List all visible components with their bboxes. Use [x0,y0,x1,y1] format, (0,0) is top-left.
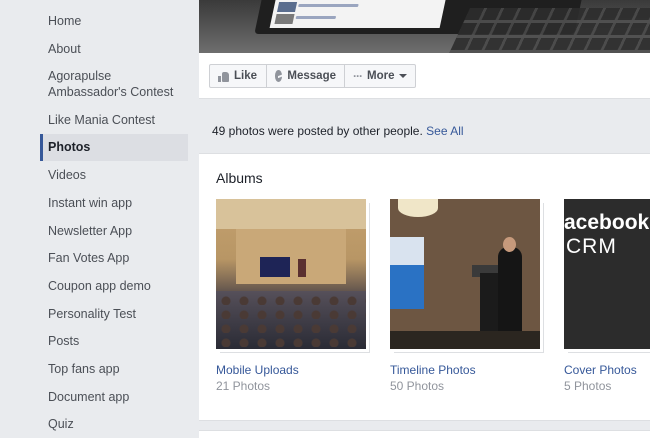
like-button-label: Like [234,70,258,82]
more-button-label: More [367,70,395,82]
albums-heading: Albums [216,170,263,186]
sidebar-item-posts[interactable]: Posts [40,333,188,349]
album-name[interactable]: Mobile Uploads [216,363,299,377]
album-thumbnail[interactable] [390,199,540,349]
album-cover-photos[interactable]: acebook CRM Cover Photos 5 Photos [564,199,650,393]
sidebar-item-personality-test[interactable]: Personality Test [40,306,188,322]
photos-by-others-text: 49 photos were posted by other people. [212,124,423,138]
more-button[interactable]: ··· More [344,64,416,88]
more-dots-icon: ··· [353,69,363,83]
album-photo-count: 50 Photos [390,379,445,393]
album-photo-count: 5 Photos [564,379,612,393]
sidebar-item-like-mania-contest[interactable]: Like Mania Contest [40,112,188,128]
cover-thumb-text-line1: acebook [564,211,650,234]
sidebar-item-newsletter-app[interactable]: Newsletter App [40,223,188,239]
sidebar-item-document-app[interactable]: Document app [40,389,188,405]
sidebar-item-photos[interactable]: Photos [40,134,188,161]
sidebar-item-fan-votes-app[interactable]: Fan Votes App [40,250,188,266]
cover-thumb-text-line2: CRM [566,235,617,258]
message-button-label: Message [287,70,336,82]
album-mobile-uploads[interactable]: Mobile Uploads 21 Photos [216,199,368,393]
cover-laptop-keyboard [447,8,650,53]
album-name[interactable]: Timeline Photos [390,363,476,377]
albums-section: Albums Mobile Uploads 21 Photos Timeline… [199,153,650,421]
thumbs-up-icon [218,71,229,82]
sidebar-item-instant-win-app[interactable]: Instant win app [40,195,188,211]
album-photo-count: 21 Photos [216,379,271,393]
sidebar-item-videos[interactable]: Videos [40,167,188,183]
album-name[interactable]: Cover Photos [564,363,637,377]
next-section-edge [199,430,650,438]
sidebar-item-about[interactable]: About [40,41,188,57]
caret-down-icon [399,74,408,78]
like-button[interactable]: Like [209,64,267,88]
sidebar-item-top-fans-app[interactable]: Top fans app [40,361,188,377]
album-thumbnail[interactable] [216,199,366,349]
sidebar-item-ambassador-contest[interactable]: Agorapulse Ambassador's Contest [40,68,188,100]
messenger-icon [275,70,283,82]
message-button[interactable]: Message [266,64,345,88]
page-sidebar: Home About Agorapulse Ambassador's Conte… [0,0,199,438]
page-action-bar: Like Message ··· More [199,53,650,99]
sidebar-item-coupon-app-demo[interactable]: Coupon app demo [40,278,188,294]
sidebar-item-home[interactable]: Home [40,13,188,29]
album-thumbnail[interactable]: acebook CRM [564,199,650,349]
photos-by-others-notice: 49 photos were posted by other people. S… [212,124,464,138]
sidebar-item-quiz[interactable]: Quiz [40,416,188,432]
cover-photo[interactable] [199,0,650,53]
album-timeline-photos[interactable]: Timeline Photos 50 Photos [390,199,542,393]
see-all-link[interactable]: See All [426,124,463,138]
